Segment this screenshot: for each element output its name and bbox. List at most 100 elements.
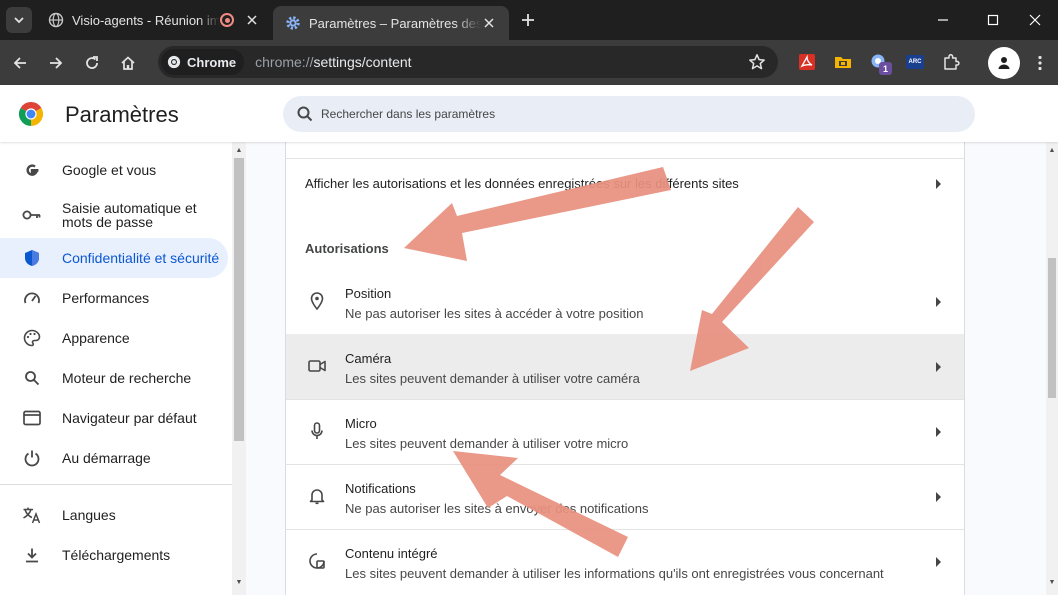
bell-icon: [307, 486, 327, 506]
person-icon: [998, 57, 1010, 69]
tab-visio-agents[interactable]: Visio-agents - Réunion importante: [36, 0, 272, 40]
tab-settings[interactable]: Paramètres – Paramètres des sites: [273, 6, 509, 40]
extensions-menu-button[interactable]: [941, 52, 961, 72]
reload-icon: [86, 56, 98, 69]
permission-row-micro[interactable]: Micro Les sites peuvent demander à utili…: [286, 399, 964, 464]
url-text: chrome://settings/content: [255, 54, 411, 70]
close-tab-icon[interactable]: [481, 15, 497, 31]
permission-title: Caméra: [345, 351, 392, 366]
embedded-content-icon: [307, 551, 327, 571]
site-settings-card: Afficher les autorisations et les donnée…: [285, 142, 965, 595]
sidebar-item-languages[interactable]: Langues: [0, 500, 228, 530]
url-path: settings/content: [313, 54, 412, 70]
folder-icon: [835, 57, 851, 68]
sidebar-item-default-browser[interactable]: Navigateur par défaut: [0, 403, 228, 433]
browser-toolbar: Chrome chrome://settings/content 1 ARC: [0, 40, 1058, 85]
settings-search[interactable]: [283, 96, 975, 132]
home-button[interactable]: [113, 48, 143, 78]
maximize-icon: [987, 14, 999, 26]
permission-subtitle: Les sites peuvent demander à utiliser le…: [345, 566, 884, 581]
search-input[interactable]: [321, 107, 921, 121]
chevron-right-icon: [936, 427, 941, 437]
chevron-right-icon: [936, 557, 941, 567]
site-info-chip[interactable]: Chrome: [161, 49, 245, 75]
sidebar-item-label: Apparence: [62, 330, 130, 346]
chevron-right-icon: [936, 297, 941, 307]
sidebar-divider: [0, 484, 232, 485]
permission-row-embedded-content[interactable]: Contenu intégré Les sites peuvent demand…: [286, 529, 964, 594]
permission-row-position[interactable]: Position Ne pas autoriser les sites à ac…: [286, 269, 964, 334]
settings-header: Paramètres: [0, 85, 1058, 142]
address-bar[interactable]: Chrome chrome://settings/content: [158, 46, 778, 78]
maximize-button[interactable]: [970, 0, 1016, 40]
sidebar-item-label: Navigateur par défaut: [62, 410, 197, 426]
close-window-button[interactable]: [1012, 0, 1058, 40]
close-icon: [1029, 14, 1041, 26]
chevron-down-icon: [14, 17, 24, 24]
more-vertical-icon: [1038, 55, 1042, 71]
folder-extension-button[interactable]: [833, 52, 853, 72]
sidebar-item-search-engine[interactable]: Moteur de recherche: [0, 363, 228, 393]
arc-extension-button[interactable]: ARC: [905, 52, 925, 72]
sidebar-item-autofill[interactable]: Saisie automatique et mots de passe: [0, 195, 228, 235]
sidebar-item-label: Téléchargements: [62, 547, 171, 563]
google-g-icon: [22, 160, 42, 180]
palette-icon: [22, 328, 42, 348]
chevron-right-icon: [936, 179, 941, 189]
search-icon: [297, 106, 313, 122]
download-icon: [22, 545, 42, 565]
location-pin-icon: [307, 291, 327, 311]
scroll-up-arrow-icon[interactable]: ▲: [232, 145, 246, 155]
translate-icon: [22, 505, 42, 525]
tab-strip: Visio-agents - Réunion importante Paramè…: [0, 0, 1058, 40]
tab-title: Visio-agents - Réunion importante: [72, 12, 220, 28]
row-label: Afficher les autorisations et les donnée…: [305, 176, 739, 191]
browser-menu-button[interactable]: [1030, 52, 1050, 74]
forward-button[interactable]: [41, 48, 71, 78]
permission-row-notifications[interactable]: Notifications Ne pas autoriser les sites…: [286, 464, 964, 529]
new-tab-button[interactable]: [516, 9, 540, 31]
permission-title: Contenu intégré: [345, 546, 438, 561]
permission-subtitle: Les sites peuvent demander à utiliser vo…: [345, 371, 640, 386]
close-tab-icon[interactable]: [244, 12, 260, 28]
sidebar-item-appearance[interactable]: Apparence: [0, 323, 228, 353]
key-icon: [22, 205, 42, 225]
reload-button[interactable]: [77, 48, 107, 78]
arc-logo-icon: ARC: [906, 55, 924, 69]
section-heading: Autorisations: [305, 241, 389, 256]
profile-avatar[interactable]: [988, 47, 1020, 79]
sidebar-item-performance[interactable]: Performances: [0, 283, 228, 313]
view-permissions-data-row[interactable]: Afficher les autorisations et les donnée…: [286, 159, 964, 209]
sidebar-item-label: Google et vous: [62, 162, 157, 178]
chevron-right-icon: [936, 362, 941, 372]
sidebar-item-privacy[interactable]: Confidentialité et sécurité: [0, 238, 228, 278]
sidebar-scrollbar-thumb[interactable]: [234, 158, 244, 441]
page-title: Paramètres: [65, 102, 179, 127]
back-button[interactable]: [5, 48, 35, 78]
search-icon: [22, 368, 42, 388]
minimize-button[interactable]: [920, 0, 966, 40]
browser-window-icon: [22, 408, 42, 428]
chrome-logo-icon: [19, 102, 43, 126]
scroll-down-arrow-icon[interactable]: ▼: [1046, 577, 1058, 587]
pdf-extension-button[interactable]: [797, 52, 817, 72]
permission-row-camera[interactable]: Caméra Les sites peuvent demander à util…: [286, 334, 964, 399]
permission-title: Micro: [345, 416, 377, 431]
scroll-up-arrow-icon[interactable]: ▲: [1046, 145, 1058, 155]
bookmark-star-icon[interactable]: [748, 53, 766, 71]
main-scrollbar-thumb[interactable]: [1048, 258, 1056, 398]
chip-label: Chrome: [187, 54, 237, 70]
sidebar-item-startup[interactable]: Au démarrage: [0, 443, 228, 473]
extension-with-badge[interactable]: 1: [869, 52, 892, 75]
scroll-down-arrow-icon[interactable]: ▼: [232, 577, 246, 587]
speedometer-icon: [22, 288, 42, 308]
shield-icon: [22, 248, 42, 268]
recording-icon: [220, 13, 234, 27]
chevron-right-icon: [936, 492, 941, 502]
minimize-icon: [938, 19, 948, 21]
tab-search-button[interactable]: [6, 7, 32, 33]
sidebar-item-google[interactable]: Google et vous: [0, 155, 228, 185]
sidebar-item-downloads[interactable]: Téléchargements: [0, 540, 228, 570]
power-icon: [22, 448, 42, 468]
acrobat-pdf-icon: [799, 54, 815, 70]
